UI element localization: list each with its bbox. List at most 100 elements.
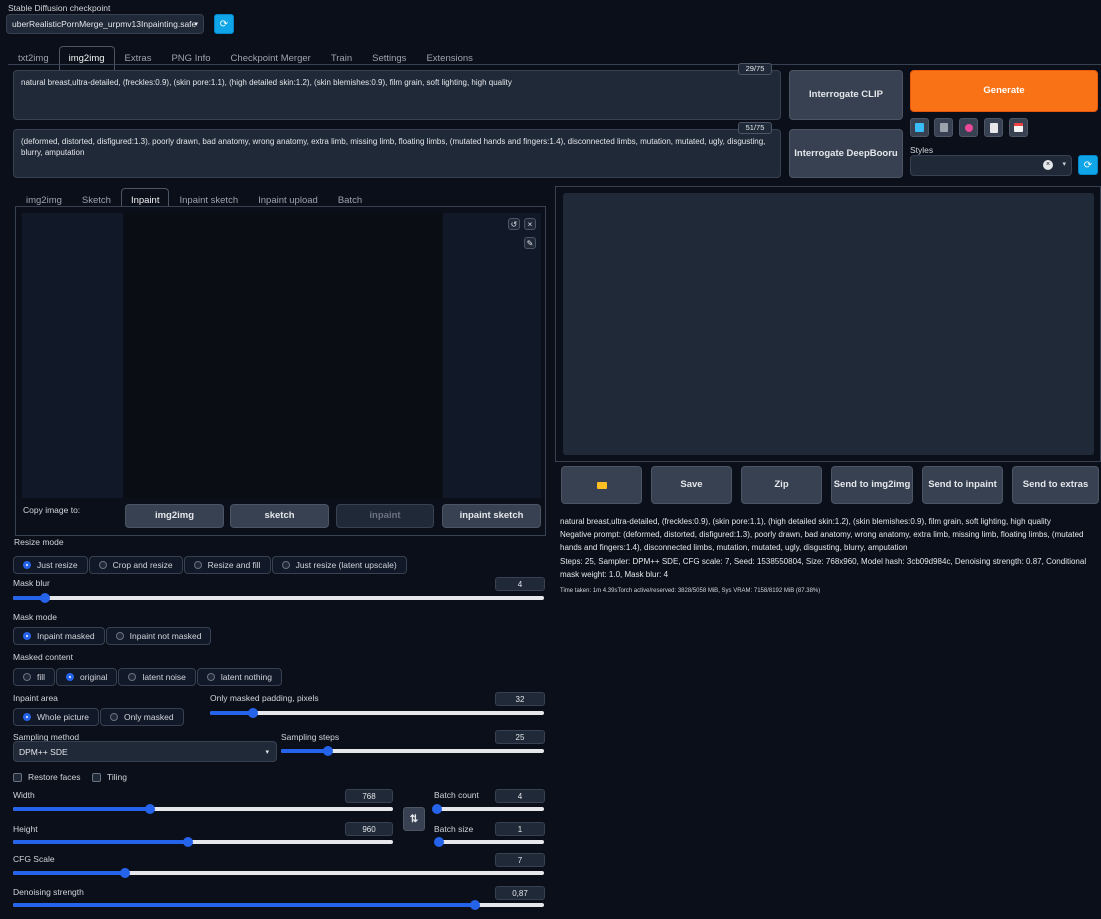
tab-extensions[interactable]: Extensions [416, 46, 482, 70]
resize-latent-upscale[interactable]: Just resize (latent upscale) [271, 556, 407, 574]
slider-knob[interactable] [434, 837, 444, 847]
info-negative: Negative prompt: (deformed, distorted, d… [560, 530, 1084, 552]
batch-size-number[interactable]: 1 [495, 822, 545, 836]
tool-button-save-style[interactable] [1009, 118, 1028, 137]
copy-to-sketch-button[interactable]: sketch [230, 504, 329, 528]
save-icon [1014, 123, 1023, 132]
width-number[interactable]: 768 [345, 789, 393, 803]
tab-settings[interactable]: Settings [362, 46, 416, 70]
send-to-img2img-button[interactable]: Send to img2img [831, 466, 913, 504]
masked-content-original[interactable]: original [56, 668, 118, 686]
styles-select[interactable]: × ▾ [910, 155, 1072, 176]
denoising-slider[interactable] [13, 900, 544, 910]
negative-token-count: 51/75 [738, 122, 772, 134]
swap-dimensions-button[interactable]: ⇅ [403, 807, 425, 831]
resize-just-resize[interactable]: Just resize [13, 556, 88, 574]
batch-count-number[interactable]: 4 [495, 789, 545, 803]
slider-knob[interactable] [182, 837, 193, 847]
denoising-number[interactable]: 0,87 [495, 886, 545, 900]
slider-knob[interactable] [39, 593, 50, 603]
sampling-method-select[interactable]: DPM++ SDE ▾ [13, 741, 277, 762]
tool-button-trash[interactable] [934, 118, 953, 137]
cfg-scale-number[interactable]: 7 [495, 853, 545, 867]
inpaint-canvas[interactable] [124, 213, 442, 498]
tab-train[interactable]: Train [321, 46, 362, 70]
slider-fill [210, 711, 254, 715]
restore-faces-checkbox[interactable]: Restore faces [13, 772, 80, 782]
sampling-steps-slider[interactable] [281, 746, 544, 756]
mask-mode-label: Mask mode [13, 612, 57, 622]
brush-button[interactable]: ✎ [524, 237, 536, 249]
mask-blur-number[interactable]: 4 [495, 577, 545, 591]
copy-to-inpaint-sketch-button[interactable]: inpaint sketch [442, 504, 541, 528]
mask-blur-slider[interactable] [13, 593, 544, 603]
masked-content-label: Masked content [13, 652, 74, 662]
width-slider[interactable] [13, 804, 393, 814]
masked-content-fill[interactable]: fill [13, 668, 56, 686]
option-label: Inpaint masked [37, 631, 95, 641]
slider-knob[interactable] [432, 804, 443, 814]
clear-icon: × [1043, 160, 1053, 170]
zip-button[interactable]: Zip [741, 466, 822, 504]
slider-knob[interactable] [469, 900, 480, 910]
radio-icon [98, 561, 107, 569]
batch-size-slider[interactable] [434, 837, 544, 847]
resize-crop-and-resize[interactable]: Crop and resize [88, 556, 183, 574]
tiling-checkbox[interactable]: Tiling [92, 772, 127, 782]
tool-button-extra-networks[interactable] [959, 118, 978, 137]
mask-mode-group: Inpaint masked Inpaint not masked [13, 627, 212, 645]
send-to-inpaint-button[interactable]: Send to inpaint [922, 466, 1003, 504]
checkpoint-select[interactable]: uberRealisticPornMerge_urpmv13Inpainting… [6, 14, 204, 34]
resize-mode-group: Just resize Crop and resize Resize and f… [13, 556, 408, 574]
slider-knob[interactable] [144, 804, 155, 814]
mask-mode-inpaint-masked[interactable]: Inpaint masked [13, 627, 105, 645]
send-to-extras-button[interactable]: Send to extras [1012, 466, 1099, 504]
clear-canvas-button[interactable]: × [524, 218, 536, 230]
option-label: original [80, 672, 108, 682]
height-slider[interactable] [13, 837, 393, 847]
padding-number[interactable]: 32 [495, 692, 545, 706]
prompt-textarea[interactable]: natural breast,ultra-detailed, (freckles… [13, 70, 781, 120]
inpaint-area-whole-picture[interactable]: Whole picture [13, 708, 99, 726]
slider-knob[interactable] [248, 708, 259, 718]
interrogate-deepbooru-button[interactable]: Interrogate DeepBooru [789, 129, 903, 178]
padding-label: Only masked padding, pixels [210, 693, 319, 703]
undo-button[interactable]: ↺ [508, 218, 520, 230]
open-folder-button[interactable] [561, 466, 642, 504]
canvas-right-area [443, 213, 541, 498]
interrogate-clip-button[interactable]: Interrogate CLIP [789, 70, 903, 120]
cfg-scale-slider[interactable] [13, 868, 544, 878]
output-gallery[interactable] [563, 193, 1094, 455]
height-number[interactable]: 960 [345, 822, 393, 836]
sampling-steps-number[interactable]: 25 [495, 730, 545, 744]
copy-to-img2img-button[interactable]: img2img [125, 504, 224, 528]
padding-slider[interactable] [210, 708, 544, 718]
radio-icon [193, 561, 202, 569]
negative-prompt-textarea[interactable]: (deformed, distorted, disfigured:1.3), p… [13, 129, 781, 178]
tab-txt2img[interactable]: txt2img [8, 46, 59, 70]
mask-mode-inpaint-not-masked[interactable]: Inpaint not masked [105, 627, 212, 645]
tab-checkpoint-merger[interactable]: Checkpoint Merger [221, 46, 321, 70]
slider-knob[interactable] [323, 746, 334, 756]
slider-knob[interactable] [119, 868, 130, 878]
inpaint-area-only-masked[interactable]: Only masked [99, 708, 184, 726]
generate-button[interactable]: Generate [910, 70, 1098, 112]
arrow-icon [915, 123, 924, 132]
refresh-styles-button[interactable]: ⟳ [1078, 155, 1098, 175]
radio-selected-icon [23, 713, 31, 721]
save-button[interactable]: Save [651, 466, 732, 504]
copy-to-inpaint-button[interactable]: inpaint [336, 504, 434, 528]
batch-count-slider[interactable] [432, 804, 544, 814]
tab-img2img[interactable]: img2img [58, 46, 115, 70]
tab-divider [8, 64, 1101, 65]
tab-png-info[interactable]: PNG Info [161, 46, 220, 70]
prompt-text: natural breast,ultra-detailed, (freckles… [21, 78, 512, 87]
tool-button-apply-style[interactable] [984, 118, 1003, 137]
tab-extras[interactable]: Extras [115, 46, 162, 70]
tool-button-read-params[interactable] [910, 118, 929, 137]
masked-content-latent-noise[interactable]: latent noise [118, 668, 196, 686]
refresh-checkpoint-button[interactable]: ⟳ [214, 14, 234, 34]
masked-content-latent-nothing[interactable]: latent nothing [196, 668, 282, 686]
resize-and-fill[interactable]: Resize and fill [183, 556, 271, 574]
radio-icon [109, 713, 118, 721]
